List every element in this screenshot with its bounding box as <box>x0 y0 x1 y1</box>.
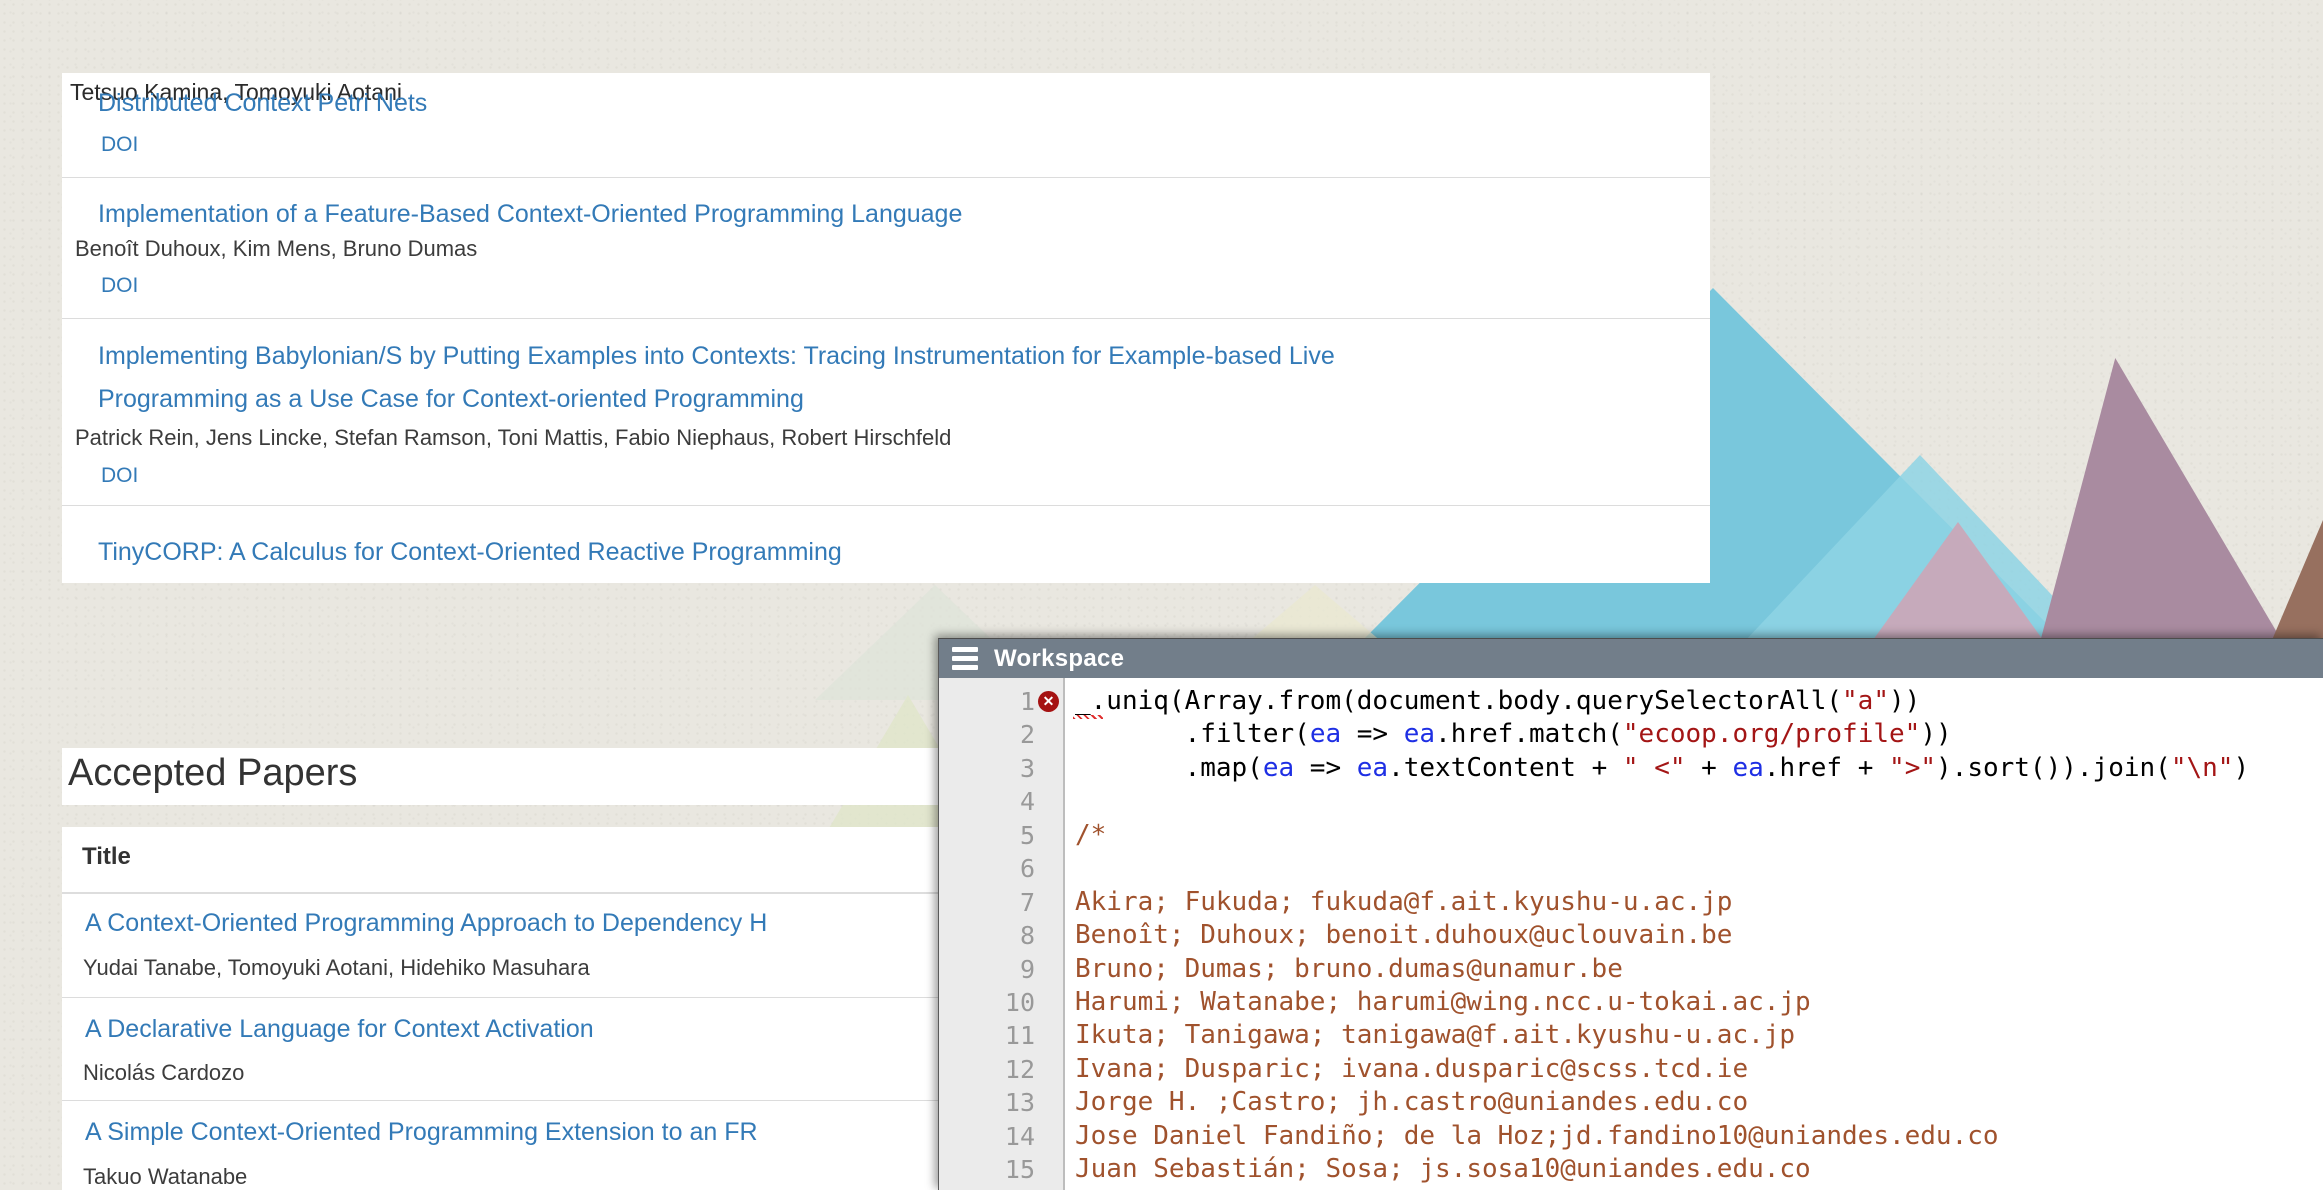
code-text: Benoît; Duhoux; benoit.duhoux@uclouvain.… <box>1035 919 1732 952</box>
code-text: Harumi; Watanabe; harumi@wing.ncc.u-toka… <box>1035 986 1811 1019</box>
line-number: 3 <box>939 752 1035 785</box>
line-number: 15 <box>939 1153 1035 1186</box>
code-text: Akira; Fukuda; fukuda@f.ait.kyushu-u.ac.… <box>1035 886 1732 919</box>
code-text: Bruno; Dumas; bruno.dumas@unamur.be <box>1035 953 1623 986</box>
paper-title-link[interactable]: Implementation of a Feature-Based Contex… <box>98 193 962 236</box>
line-number: 4 <box>939 785 1035 818</box>
hamburger-menu-icon[interactable] <box>952 646 978 671</box>
line-number: 11 <box>939 1019 1035 1052</box>
paper-authors: Patrick Rein, Jens Lincke, Stefan Ramson… <box>75 425 951 451</box>
code-line: 3 .map(ea => ea.textContent + " <" + ea.… <box>939 752 2323 785</box>
code-line: 15Juan Sebastián; Sosa; js.sosa10@uniand… <box>939 1153 2323 1186</box>
paper-title-link[interactable]: Distributed Context Petri Nets <box>98 82 427 125</box>
table-row-title-link[interactable]: A Simple Context-Oriented Programming Ex… <box>85 1118 758 1147</box>
code-text <box>1035 852 1075 885</box>
code-editor[interactable]: 1✕_.uniq(Array.from(document.body.queryS… <box>939 678 2323 1190</box>
code-line: 6 <box>939 852 2323 885</box>
code-line: 2 .filter(ea => ea.href.match("ecoop.org… <box>939 718 2323 751</box>
code-line: 13Jorge H. ;Castro; jh.castro@uniandes.e… <box>939 1086 2323 1119</box>
error-icon[interactable]: ✕ <box>1038 691 1059 712</box>
table-row-authors: Nicolás Cardozo <box>83 1060 244 1086</box>
code-text: Juan Sebastián; Sosa; js.sosa10@uniandes… <box>1035 1153 1811 1186</box>
line-number: 12 <box>939 1053 1035 1086</box>
workspace-window: Workspace 1✕_.uniq(Array.from(document.b… <box>938 638 2323 1190</box>
table-row-authors: Takuo Watanabe <box>83 1164 247 1190</box>
line-number: 14 <box>939 1120 1035 1153</box>
bg-triangle-brown <box>2272 520 2323 640</box>
divider <box>62 505 1710 506</box>
paper-list-panel: Tetsuo Kamina, Tomoyuki Aotani Distribut… <box>62 73 1710 583</box>
code-line: 1✕_.uniq(Array.from(document.body.queryS… <box>939 685 2323 718</box>
line-number: 7 <box>939 886 1035 919</box>
bg-triangle-mauve <box>2030 358 2305 680</box>
line-number: 9 <box>939 953 1035 986</box>
column-header-title: Title <box>82 843 131 871</box>
line-number: 2 <box>939 718 1035 751</box>
paper-authors: Benoît Duhoux, Kim Mens, Bruno Dumas <box>75 236 477 262</box>
code-line: 8Benoît; Duhoux; benoit.duhoux@uclouvain… <box>939 919 2323 952</box>
doi-link[interactable]: DOI <box>101 133 138 157</box>
code-line: 9Bruno; Dumas; bruno.dumas@unamur.be <box>939 953 2323 986</box>
code-line: 10Harumi; Watanabe; harumi@wing.ncc.u-to… <box>939 986 2323 1019</box>
code-text <box>1035 785 1075 818</box>
code-line: 12Ivana; Dusparic; ivana.dusparic@scss.t… <box>939 1053 2323 1086</box>
divider <box>62 177 1710 178</box>
code-text: /* <box>1035 819 1106 852</box>
table-row-authors: Yudai Tanabe, Tomoyuki Aotani, Hidehiko … <box>83 955 590 981</box>
code-line: 5/* <box>939 819 2323 852</box>
title-line-1: Implementing Babylonian/S by Putting Exa… <box>98 342 1335 370</box>
line-number: 10 <box>939 986 1035 1019</box>
doi-link[interactable]: DOI <box>101 464 138 488</box>
line-number: 6 <box>939 852 1035 885</box>
line-number: 8 <box>939 919 1035 952</box>
page-title: Accepted Papers <box>68 752 357 795</box>
code-text: Ikuta; Tanigawa; tanigawa@f.ait.kyushu-u… <box>1035 1019 1795 1052</box>
title-line-2: Programming as a Use Case for Context-or… <box>98 385 804 413</box>
code-line: 14Jose Daniel Fandiño; de la Hoz;jd.fand… <box>939 1120 2323 1153</box>
code-text: .map(ea => ea.textContent + " <" + ea.hr… <box>1035 752 2249 785</box>
code-line: 11Ikuta; Tanigawa; tanigawa@f.ait.kyushu… <box>939 1019 2323 1052</box>
line-number: 1 <box>939 685 1035 718</box>
code-line: 7Akira; Fukuda; fukuda@f.ait.kyushu-u.ac… <box>939 886 2323 919</box>
code-text: Ivana; Dusparic; ivana.dusparic@scss.tcd… <box>1035 1053 1748 1086</box>
conference-webpage: Tetsuo Kamina, Tomoyuki Aotani Distribut… <box>0 0 2323 1190</box>
code-text: Jorge H. ;Castro; jh.castro@uniandes.edu… <box>1035 1086 1748 1119</box>
code-text: Jose Daniel Fandiño; de la Hoz;jd.fandin… <box>1035 1120 1999 1153</box>
divider <box>62 318 1710 319</box>
line-number: 13 <box>939 1086 1035 1119</box>
paper-title-link[interactable]: TinyCORP: A Calculus for Context-Oriente… <box>98 531 842 574</box>
code-text: _.uniq(Array.from(document.body.querySel… <box>1035 685 1920 718</box>
code-text: .filter(ea => ea.href.match("ecoop.org/p… <box>1035 718 1952 751</box>
workspace-titlebar[interactable]: Workspace <box>939 639 2323 678</box>
workspace-title: Workspace <box>994 645 1124 673</box>
line-number: 5 <box>939 819 1035 852</box>
code-line: 4 <box>939 785 2323 818</box>
doi-link[interactable]: DOI <box>101 274 138 298</box>
table-row-title-link[interactable]: A Declarative Language for Context Activ… <box>85 1015 594 1044</box>
table-row-title-link[interactable]: A Context-Oriented Programming Approach … <box>85 909 767 938</box>
paper-title-link[interactable]: Implementing Babylonian/S by Putting Exa… <box>98 335 1658 421</box>
